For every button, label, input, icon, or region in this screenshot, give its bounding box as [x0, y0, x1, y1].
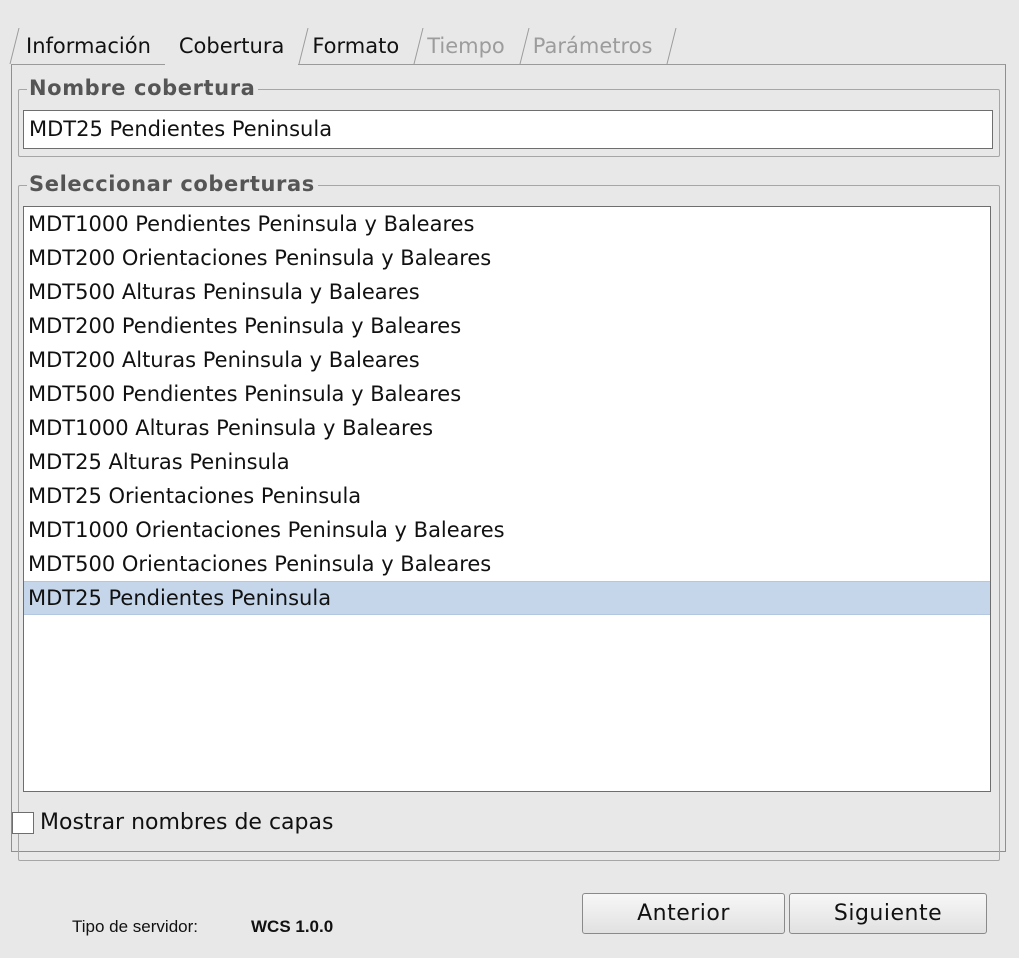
- tab-cobertura[interactable]: Cobertura: [164, 26, 299, 66]
- list-item[interactable]: MDT200 Pendientes Peninsula y Baleares: [24, 309, 990, 343]
- server-type-label: Tipo de servidor:: [72, 917, 198, 936]
- select-coverages-title: Seleccionar coberturas: [27, 171, 318, 197]
- list-item[interactable]: MDT500 Pendientes Peninsula y Baleares: [24, 377, 990, 411]
- server-type-value: WCS 1.0.0: [251, 917, 334, 936]
- list-item[interactable]: MDT200 Alturas Peninsula y Baleares: [24, 343, 990, 377]
- tab-panel-cobertura: Nombre cobertura MDT25 Pendientes Penins…: [11, 64, 1006, 861]
- tab-bar: Información Cobertura Formato Tiempo Par…: [12, 26, 666, 66]
- coverage-name-title: Nombre cobertura: [27, 75, 259, 101]
- show-layer-names-row[interactable]: Mostrar nombres de capas: [12, 809, 333, 837]
- list-item[interactable]: MDT500 Alturas Peninsula y Baleares: [24, 275, 990, 309]
- coverage-name-group: Nombre cobertura MDT25 Pendientes Penins…: [18, 75, 1000, 157]
- list-item[interactable]: MDT1000 Alturas Peninsula y Baleares: [24, 411, 990, 445]
- list-item-selected[interactable]: MDT25 Pendientes Peninsula: [24, 581, 990, 615]
- coverages-list[interactable]: MDT1000 Pendientes Peninsula y Baleares …: [23, 206, 991, 792]
- show-layer-names-label: Mostrar nombres de capas: [40, 810, 334, 835]
- tab-informacion[interactable]: Información: [12, 26, 165, 66]
- tab-tiempo: Tiempo: [413, 26, 519, 66]
- list-item[interactable]: MDT1000 Orientaciones Peninsula y Balear…: [24, 513, 990, 547]
- tab-parametros: Parámetros: [519, 26, 667, 66]
- list-item[interactable]: MDT25 Alturas Peninsula: [24, 445, 990, 479]
- list-item[interactable]: MDT1000 Pendientes Peninsula y Baleares: [24, 207, 990, 241]
- select-coverages-group: Seleccionar coberturas MDT1000 Pendiente…: [18, 171, 1000, 861]
- show-layer-names-checkbox[interactable]: [12, 812, 34, 834]
- previous-button[interactable]: Anterior: [582, 893, 785, 934]
- coverage-name-field[interactable]: MDT25 Pendientes Peninsula: [23, 110, 993, 149]
- next-button[interactable]: Siguiente: [789, 893, 987, 934]
- tab-formato[interactable]: Formato: [298, 26, 413, 66]
- list-item[interactable]: MDT25 Orientaciones Peninsula: [24, 479, 990, 513]
- list-item[interactable]: MDT500 Orientaciones Peninsula y Baleare…: [24, 547, 990, 581]
- list-item[interactable]: MDT200 Orientaciones Peninsula y Baleare…: [24, 241, 990, 275]
